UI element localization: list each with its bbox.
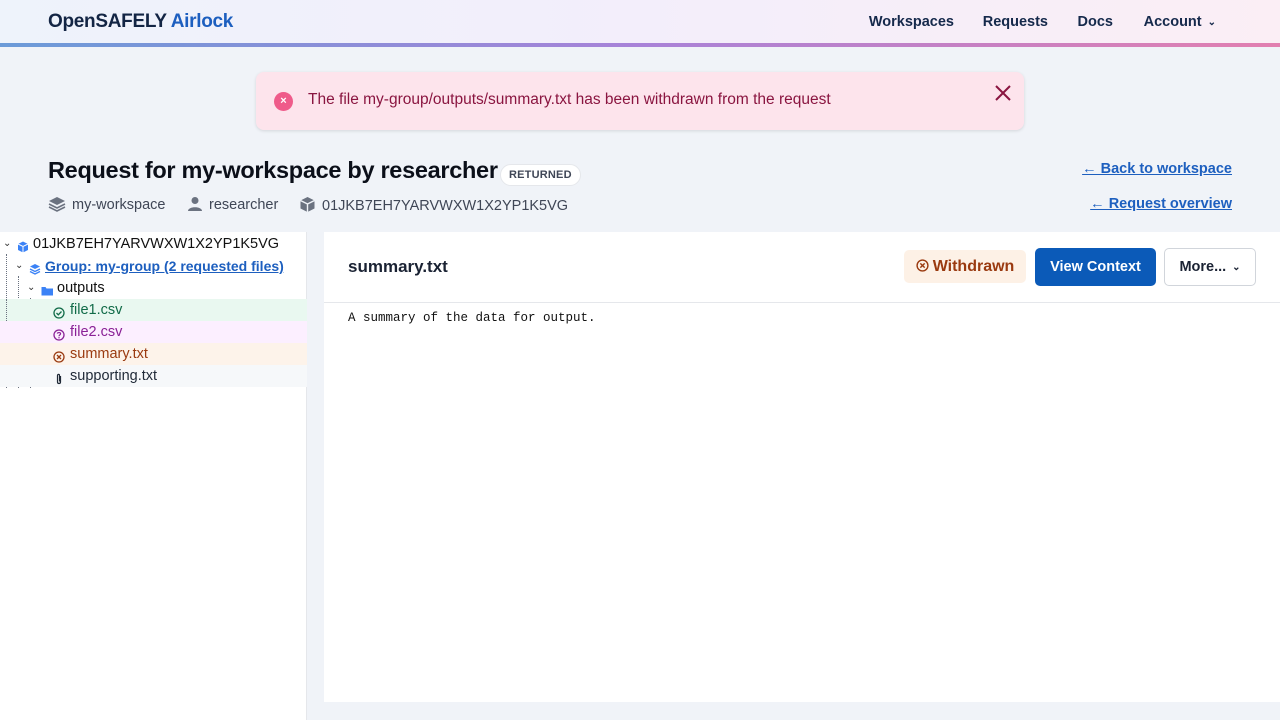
meta-workspace: my-workspace: [48, 196, 165, 214]
meta-request-id-label: 01JKB7EH7YARVWXW1X2YP1K5VG: [322, 198, 569, 214]
tree-item-folder[interactable]: ⌄ outputs: [0, 277, 307, 299]
cube-icon: [17, 238, 29, 253]
status-badge: RETURNED: [500, 164, 581, 186]
paperclip-icon: [53, 370, 65, 385]
request-overview-link[interactable]: ← Request overview: [1090, 196, 1232, 212]
x-circle-icon: ×: [274, 92, 293, 111]
tree-guide-line: [6, 299, 7, 321]
user-icon: [187, 196, 203, 216]
file-content: A summary of the data for output.: [348, 311, 596, 325]
tree-item-label: supporting.txt: [70, 368, 158, 384]
tree-item-request[interactable]: ⌄ 01JKB7EH7YARVWXW1X2YP1K5VG: [0, 233, 307, 255]
tree-item-label: file2.csv: [70, 324, 123, 340]
file-status-label: Withdrawn: [932, 258, 1015, 275]
layers-icon: [48, 196, 66, 216]
chevron-down-icon[interactable]: ⌄: [15, 255, 23, 277]
cube-icon: [299, 196, 316, 217]
file-status-badge: Withdrawn: [904, 250, 1026, 283]
header-gradient-bar: [0, 43, 1280, 47]
brand-logo[interactable]: OpenSAFELY Airlock: [48, 11, 233, 33]
file-tree: ⌄ 01JKB7EH7YARVWXW1X2YP1K5VG ⌄ Group: my…: [0, 232, 307, 720]
tree-item-label: outputs: [57, 280, 105, 296]
tree-file-summary[interactable]: summary.txt: [0, 343, 307, 365]
chevron-down-icon: ⌄: [1232, 261, 1241, 273]
chevron-down-icon[interactable]: ⌄: [27, 277, 35, 299]
nav-workspaces[interactable]: Workspaces: [869, 14, 954, 30]
close-icon[interactable]: [992, 82, 1014, 104]
chevron-down-icon[interactable]: ⌄: [3, 233, 11, 255]
nav-docs[interactable]: Docs: [1078, 14, 1113, 30]
question-circle-icon: [53, 326, 65, 341]
back-to-workspace-link[interactable]: ← Back to workspace: [1082, 161, 1232, 177]
nav-requests[interactable]: Requests: [983, 14, 1048, 30]
view-context-button[interactable]: View Context: [1035, 248, 1156, 286]
tree-item-label: 01JKB7EH7YARVWXW1X2YP1K5VG: [33, 236, 280, 252]
meta-user: researcher: [187, 196, 278, 214]
file-title: summary.txt: [348, 257, 448, 276]
tree-item-label[interactable]: Group: my-group (2 requested files): [45, 255, 284, 277]
tree-item-label: summary.txt: [70, 346, 148, 362]
alert-banner: × The file my-group/outputs/summary.txt …: [256, 72, 1024, 130]
brand-primary: OpenSAFELY: [48, 11, 167, 32]
x-circle-icon: [53, 348, 65, 363]
file-viewer: summary.txt Withdrawn View Context More.…: [324, 232, 1280, 702]
tree-file-file2[interactable]: file2.csv: [0, 321, 307, 343]
tree-item-group[interactable]: ⌄ Group: my-group (2 requested files): [0, 255, 307, 277]
more-menu-button[interactable]: More... ⌄: [1164, 248, 1256, 286]
meta-user-label: researcher: [209, 197, 279, 213]
meta-request-id: 01JKB7EH7YARVWXW1X2YP1K5VG: [299, 196, 568, 214]
nav-account[interactable]: Account ⌄: [1144, 14, 1216, 30]
alert-message: The file my-group/outputs/summary.txt ha…: [308, 91, 831, 108]
chevron-down-icon: ⌄: [1207, 16, 1216, 28]
more-menu-label: More...: [1179, 259, 1227, 275]
page-title: Request for my-workspace by researcher: [48, 157, 498, 183]
check-circle-icon: [53, 304, 65, 319]
folder-icon: [41, 282, 53, 296]
file-viewer-header: summary.txt Withdrawn View Context More.…: [324, 232, 1280, 303]
layers-icon: [29, 260, 41, 275]
top-header: OpenSAFELY Airlock Workspaces Requests D…: [0, 0, 1280, 47]
x-circle-icon: [916, 259, 929, 272]
tree-file-file1[interactable]: file1.csv: [0, 299, 307, 321]
brand-secondary: Airlock: [170, 11, 234, 32]
nav-account-label: Account: [1143, 14, 1202, 30]
tree-file-supporting[interactable]: supporting.txt: [0, 365, 307, 387]
tree-item-label: file1.csv: [70, 302, 123, 318]
meta-workspace-label: my-workspace: [72, 197, 166, 213]
